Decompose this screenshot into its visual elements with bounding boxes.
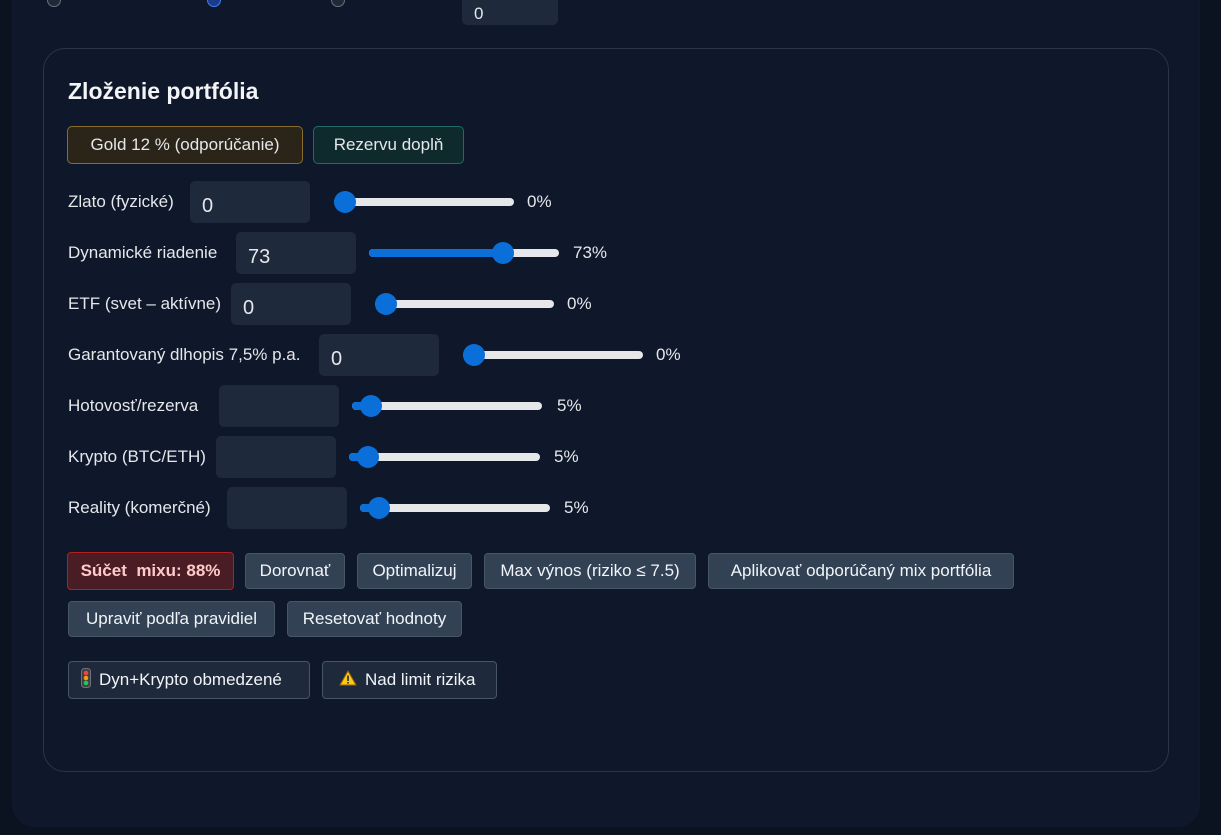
- crypto-input[interactable]: [216, 436, 336, 478]
- bond-slider[interactable]: [463, 344, 643, 366]
- risk-limit-status: Nad limit rizika: [322, 661, 497, 699]
- gold-recommendation-chip[interactable]: Gold 12 % (odporúčanie): [67, 126, 303, 164]
- cash-input[interactable]: [219, 385, 339, 427]
- max-yield-button[interactable]: Max výnos (riziko ≤ 7.5): [484, 553, 696, 589]
- etf-input[interactable]: [231, 283, 351, 325]
- row-label: Krypto (BTC/ETH): [68, 447, 206, 466]
- optimize-button[interactable]: Optimalizuj: [357, 553, 472, 589]
- status-label: Dyn+Krypto obmedzené: [99, 670, 282, 689]
- page-title: Zloženie portfólia: [68, 78, 259, 104]
- top-value-input[interactable]: 0: [462, 0, 558, 25]
- reserve-fill-chip[interactable]: Rezervu doplň: [313, 126, 464, 164]
- warning-icon: [339, 669, 357, 691]
- etf-slider[interactable]: [375, 293, 554, 315]
- dynamic-input[interactable]: [236, 232, 356, 274]
- row-label: Hotovosť/rezerva: [68, 396, 199, 415]
- reset-button[interactable]: Resetovať hodnoty: [287, 601, 462, 637]
- equalize-button[interactable]: Dorovnať: [245, 553, 345, 589]
- top-controls: 0: [0, 0, 1221, 30]
- percent-label: 5%: [554, 447, 579, 466]
- mix-sum-badge: Súčet mixu: 88%: [67, 552, 234, 590]
- radio-option-3[interactable]: [331, 0, 345, 7]
- percent-label: 0%: [527, 192, 552, 211]
- slider-thumb[interactable]: [375, 293, 397, 315]
- row-label: Zlato (fyzické): [68, 192, 174, 211]
- bond-input[interactable]: [319, 334, 439, 376]
- percent-label: 73%: [573, 243, 608, 262]
- slider-thumb[interactable]: [368, 497, 391, 519]
- dynamic-slider[interactable]: [369, 242, 559, 264]
- slider-thumb[interactable]: [360, 395, 383, 417]
- apply-mix-button[interactable]: Aplikovať odporúčaný mix portfólia: [708, 553, 1014, 589]
- percent-label: 0%: [656, 345, 681, 364]
- slider-thumb[interactable]: [463, 344, 485, 366]
- percent-label: 5%: [557, 396, 582, 415]
- traffic-light-icon: [81, 667, 91, 693]
- radio-option-1[interactable]: [47, 0, 61, 7]
- percent-label: 0%: [567, 294, 592, 313]
- percent-label: 5%: [564, 498, 589, 517]
- slider-thumb[interactable]: [491, 242, 514, 264]
- row-label: ETF (svet – aktívne): [68, 294, 222, 313]
- reality-input[interactable]: [227, 487, 347, 529]
- gold-slider[interactable]: [334, 191, 514, 213]
- dyn-crypto-status: Dyn+Krypto obmedzené: [68, 661, 310, 699]
- row-label: Garantovaný dlhopis 7,5% p.a.: [68, 345, 301, 364]
- radio-option-2[interactable]: [207, 0, 221, 7]
- status-label: Nad limit rizika: [365, 670, 476, 689]
- gold-input[interactable]: [190, 181, 310, 223]
- row-label: Dynamické riadenie: [68, 243, 218, 262]
- slider-thumb[interactable]: [334, 191, 356, 213]
- crypto-slider[interactable]: [349, 446, 540, 468]
- reality-slider[interactable]: [360, 497, 550, 519]
- cash-slider[interactable]: [352, 395, 542, 417]
- rules-adjust-button[interactable]: Upraviť podľa pravidiel: [68, 601, 275, 637]
- slider-thumb[interactable]: [357, 446, 380, 468]
- row-label: Reality (komerčné): [68, 498, 211, 517]
- slider-fill: [369, 249, 503, 257]
